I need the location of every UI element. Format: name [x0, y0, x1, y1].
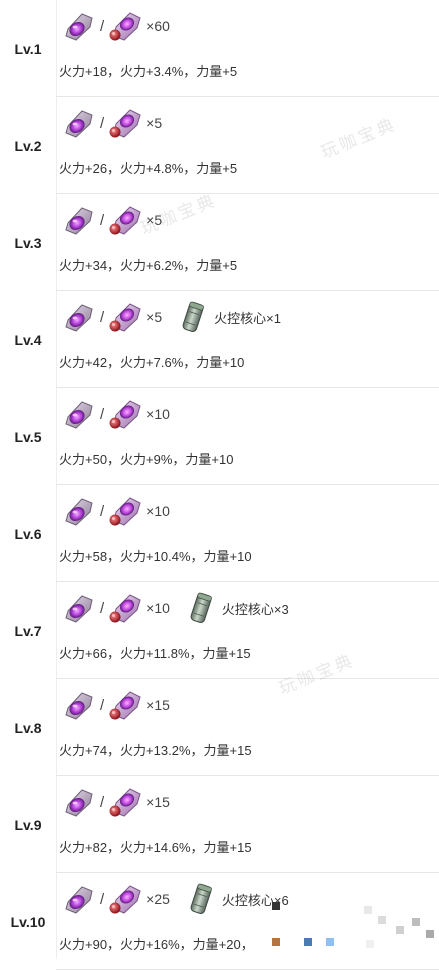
purple-gem-red-ball-icon [108, 494, 142, 528]
separator: / [100, 793, 105, 811]
quantity: ×10 [146, 600, 170, 616]
purple-gem-chip-icon [62, 397, 96, 431]
separator: / [100, 114, 105, 132]
level-row-5: Lv.5 / ×10 火力+50，火力+9%，力量+10 [0, 388, 439, 485]
level-row-3: Lv.3 / ×5 火力+34，火力+6.2%，力量+5 [0, 194, 439, 291]
quantity: ×5 [146, 115, 163, 131]
stat-bonus: 火力+26，火力+4.8%，力量+5 [59, 161, 238, 176]
materials: / [62, 6, 170, 46]
separator: / [100, 890, 105, 908]
purple-gem-red-ball-icon [108, 397, 142, 431]
stat-bonus: 火力+58，火力+10.4%，力量+10 [59, 549, 252, 564]
stat-bonus: 火力+82，火力+14.6%，力量+15 [59, 840, 252, 855]
quantity: ×60 [146, 18, 170, 34]
purple-gem-red-ball-icon [108, 106, 142, 140]
upgrade-table: Lv.1 / ×60 火力+18，火力+3.4%，力量+5 Lv.2 / ×5 … [0, 0, 439, 970]
fire-control-core-canister-icon [186, 881, 216, 917]
level-row-4: Lv.4 / ×5 火控核心×1 火力+42，火力+7.6%，力量+10 [0, 291, 439, 388]
stat-bonus: 火力+90，火力+16%，力量+20， [59, 937, 254, 952]
core-label: 火控核心×1 [214, 310, 281, 326]
purple-gem-chip-icon [62, 106, 96, 140]
materials: / [62, 491, 170, 531]
level-label: Lv.4 [14, 331, 42, 348]
materials: / [62, 588, 289, 628]
stat-bonus: 火力+42，火力+7.6%，力量+10 [59, 355, 245, 370]
materials: / [62, 685, 170, 725]
purple-gem-red-ball-icon [108, 882, 142, 916]
core-material: 火控核心×3 [186, 590, 289, 626]
level-label: Lv.5 [14, 428, 42, 445]
stat-bonus: 火力+34，火力+6.2%，力量+5 [59, 258, 238, 273]
core-material: 火控核心×1 [178, 299, 281, 335]
materials: / [62, 394, 170, 434]
level-row-1: Lv.1 / ×60 火力+18，火力+3.4%，力量+5 [0, 0, 439, 97]
purple-gem-red-ball-icon [108, 785, 142, 819]
purple-gem-chip-icon [62, 9, 96, 43]
separator: / [100, 211, 105, 229]
level-label: Lv.8 [14, 719, 42, 736]
separator: / [100, 17, 105, 35]
level-label: Lv.1 [14, 40, 42, 57]
fire-control-core-canister-icon [186, 590, 216, 626]
quantity: ×5 [146, 212, 163, 228]
quantity: ×10 [146, 406, 170, 422]
materials: / [62, 103, 162, 143]
level-label: Lv.2 [14, 137, 42, 154]
purple-gem-chip-icon [62, 882, 96, 916]
level-label: Lv.3 [14, 234, 42, 251]
level-row-9: Lv.9 / ×15 火力+82，火力+14.6%，力量+15 [0, 776, 439, 873]
purple-gem-red-ball-icon [108, 203, 142, 237]
materials: / [62, 200, 162, 240]
level-row-2: Lv.2 / ×5 火力+26，火力+4.8%，力量+5 [0, 97, 439, 194]
level-row-6: Lv.6 / ×10 火力+58，火力+10.4%，力量+10 [0, 485, 439, 582]
purple-gem-red-ball-icon [108, 300, 142, 334]
quantity: ×25 [146, 891, 170, 907]
quantity: ×5 [146, 309, 163, 325]
separator: / [100, 308, 105, 326]
level-label: Lv.9 [14, 816, 42, 833]
purple-gem-chip-icon [62, 203, 96, 237]
level-label: Lv.6 [14, 525, 42, 542]
purple-gem-chip-icon [62, 300, 96, 334]
stat-bonus: 火力+66，火力+11.8%，力量+15 [59, 646, 251, 661]
quantity: ×15 [146, 697, 170, 713]
level-row-10: Lv.10 / ×25 火控核心×6 火力+90，火力+16%，力量+20， [0, 873, 439, 970]
separator: / [100, 696, 105, 714]
level-row-8: Lv.8 / ×15 火力+74，火力+13.2%，力量+15 [0, 679, 439, 776]
purple-gem-chip-icon [62, 494, 96, 528]
core-label: 火控核心×3 [221, 601, 289, 617]
purple-gem-chip-icon [62, 785, 96, 819]
fire-control-core-canister-icon [178, 299, 208, 335]
purple-gem-red-ball-icon [108, 9, 142, 43]
level-row-7: Lv.7 / ×10 火控核心×3 火力+66，火力+11.8%，力量+15 [0, 582, 439, 679]
separator: / [100, 405, 105, 423]
materials: / [62, 297, 281, 337]
purple-gem-chip-icon [62, 591, 96, 625]
purple-gem-red-ball-icon [108, 688, 142, 722]
materials: / [62, 782, 170, 822]
level-label: Lv.10 [10, 913, 46, 930]
core-material: 火控核心×6 [186, 881, 289, 917]
purple-gem-red-ball-icon [108, 591, 142, 625]
stat-bonus: 火力+74，火力+13.2%，力量+15 [59, 743, 252, 758]
separator: / [100, 599, 105, 617]
purple-gem-chip-icon [62, 688, 96, 722]
materials: / [62, 879, 289, 919]
quantity: ×15 [146, 794, 170, 810]
stat-bonus: 火力+50，火力+9%，力量+10 [59, 452, 234, 467]
level-label: Lv.7 [14, 622, 42, 639]
stat-bonus: 火力+18，火力+3.4%，力量+5 [59, 64, 238, 79]
separator: / [100, 502, 105, 520]
quantity: ×10 [146, 503, 170, 519]
